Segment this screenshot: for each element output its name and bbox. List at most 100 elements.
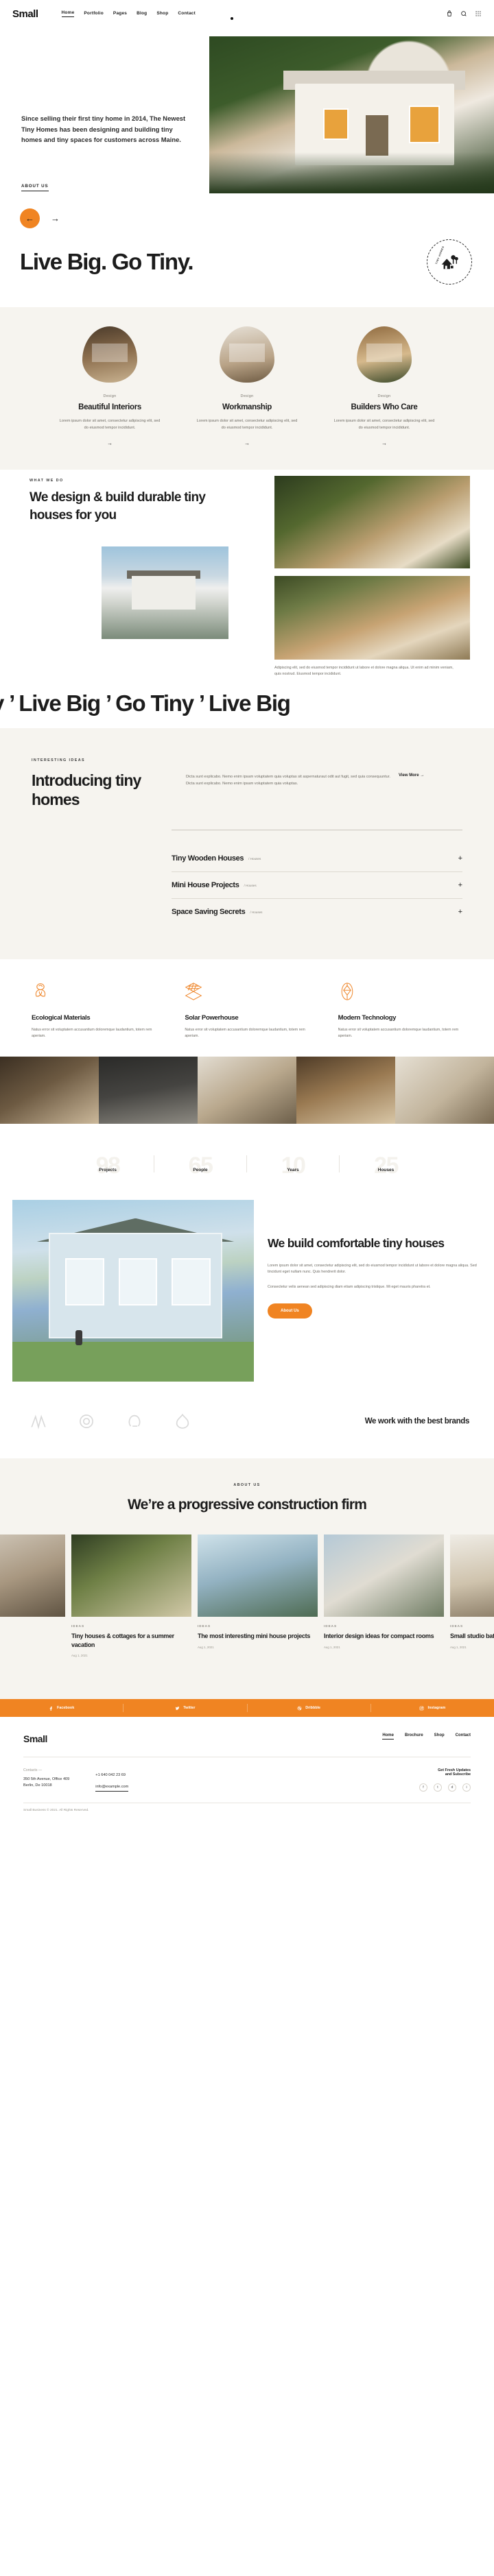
footer-newsletter: Get Fresh Updates and Subscribe f t d i xyxy=(419,1768,471,1792)
nav-link-blog[interactable]: Blog xyxy=(137,11,147,17)
stats-section: 98 Projects 65 People 10 Years 25 Houses xyxy=(0,1124,494,1201)
blog-title[interactable]: Interior design ideas for compact rooms xyxy=(324,1632,438,1641)
accordion-title: Tiny Wooden Houses xyxy=(172,854,244,863)
nav-link-pages[interactable]: Pages xyxy=(113,11,127,17)
nav-link-home[interactable]: Home xyxy=(61,10,75,17)
intro-kicker: INTERESTING IDEAS xyxy=(32,758,86,762)
slider-next-button[interactable]: → xyxy=(51,213,60,224)
photo-gallery xyxy=(0,1057,494,1124)
blog-image xyxy=(450,1534,494,1617)
comfortable-section: We build comfortable tiny houses Lorem i… xyxy=(0,1200,494,1382)
accordion-toggle-icon[interactable]: + xyxy=(458,881,462,889)
blog-title[interactable]: Tiny houses & cottages for a summer vaca… xyxy=(71,1632,185,1649)
footer-twitter-icon[interactable]: t xyxy=(434,1783,442,1792)
accordion-item[interactable]: Space Saving Secrets / Houses + xyxy=(172,899,462,925)
blog-tag: IDEAS xyxy=(0,1624,59,1628)
blog-card[interactable]: IDEAS The most interesting mini house pr… xyxy=(198,1534,318,1657)
facebook-icon xyxy=(49,1706,52,1711)
search-icon[interactable] xyxy=(460,10,467,17)
blog-card[interactable]: IDEAS s for a residence Aug 1, 2021 xyxy=(0,1534,65,1657)
slider-prev-button[interactable]: ← xyxy=(20,208,40,228)
intro-body: Dicta sunt explicabo. Nemo enim ipsam vo… xyxy=(186,775,390,786)
feature-arrow-icon[interactable]: → xyxy=(49,440,171,446)
blog-tag: IDEAS xyxy=(450,1624,464,1628)
stat-label: Projects xyxy=(99,1168,117,1173)
accordion-item[interactable]: Mini House Projects / Houses + xyxy=(172,872,462,899)
what-we-do-section: WHAT WE DO We design & build durable tin… xyxy=(0,470,494,679)
grid-menu-icon[interactable] xyxy=(475,10,482,17)
stat-number: 65 xyxy=(188,1153,213,1179)
blog-card[interactable]: IDEAS Small studio bathrooms kitchens Au… xyxy=(450,1534,494,1657)
footer-dribbble-icon[interactable]: d xyxy=(448,1783,456,1792)
social-link-facebook[interactable]: Facebook xyxy=(0,1706,123,1711)
stat-item: 98 Projects xyxy=(62,1154,154,1177)
feature-arrow-icon[interactable]: → xyxy=(186,440,308,446)
accordion-toggle-icon[interactable]: + xyxy=(458,854,462,863)
nav-link-contact[interactable]: Contact xyxy=(178,11,196,17)
view-more-link[interactable]: View More → xyxy=(399,758,424,809)
feature-card[interactable]: Design Builders Who Care Lorem ipsum dol… xyxy=(323,326,445,446)
footer-copyright: Small Business © 2021. All Rights Reserv… xyxy=(23,1803,471,1820)
gallery-image xyxy=(395,1057,494,1124)
social-link-twitter[interactable]: Twitter xyxy=(124,1706,246,1711)
feature-title: Workmanship xyxy=(222,403,272,411)
icon-feature: Ecological Materials Natus error sit vol… xyxy=(32,981,156,1039)
nav-link-shop[interactable]: Shop xyxy=(156,11,168,17)
icon-feature: Solar Powerhouse Natus error sit volupta… xyxy=(185,981,309,1039)
feature-kicker: Design xyxy=(103,394,117,398)
blog-date: Aug 1, 2021 xyxy=(71,1654,88,1658)
stat-number: 10 xyxy=(281,1153,306,1179)
brands-heading: We work with the best brands xyxy=(364,1417,470,1426)
stat-number: 25 xyxy=(374,1153,399,1179)
icon-feature-title: Ecological Materials xyxy=(32,1014,91,1022)
gallery-image xyxy=(296,1057,395,1124)
hero-about-link[interactable]: About Us xyxy=(21,184,49,191)
feature-image xyxy=(357,326,412,383)
feature-image xyxy=(82,326,137,383)
top-navigation: Small Home Portfolio Pages Blog Shop Con… xyxy=(0,0,494,27)
social-link-dribbble[interactable]: Dribbble xyxy=(248,1706,370,1711)
accordion-toggle-icon[interactable]: + xyxy=(458,908,462,916)
footer-nav-shop[interactable]: Shop xyxy=(434,1733,445,1740)
footer-facebook-icon[interactable]: f xyxy=(419,1783,427,1792)
blog-image xyxy=(71,1534,191,1617)
brand-logo-1-icon xyxy=(31,1415,46,1430)
blog-title[interactable]: The most interesting mini house projects xyxy=(198,1632,311,1641)
footer: Small Home Brochure Shop Contact Contact… xyxy=(0,1717,494,1821)
feature-arrow-icon[interactable]: → xyxy=(323,440,445,446)
cart-icon[interactable] xyxy=(446,10,453,17)
wwd-dining-image xyxy=(274,576,470,660)
hero-slider-arrows: ← → xyxy=(20,208,60,228)
footer-nav-contact[interactable]: Contact xyxy=(456,1733,471,1740)
footer-logo[interactable]: Small xyxy=(23,1733,47,1744)
hero-image xyxy=(209,36,494,193)
nav-link-portfolio[interactable]: Portfolio xyxy=(84,11,104,17)
blog-card[interactable]: IDEAS Interior design ideas for compact … xyxy=(324,1534,444,1657)
social-link-instagram[interactable]: Instagram xyxy=(371,1706,494,1711)
blog-title[interactable]: s for a residence xyxy=(0,1632,59,1641)
blog-card[interactable]: IDEAS Tiny houses & cottages for a summe… xyxy=(71,1534,191,1657)
stat-label: Years xyxy=(287,1168,299,1173)
icon-feature-desc: Natus error sit voluptatem accusantium d… xyxy=(338,1028,459,1038)
feature-title: Builders Who Care xyxy=(351,403,418,411)
footer-instagram-icon[interactable]: i xyxy=(462,1783,471,1792)
about-us-button[interactable]: About Us xyxy=(268,1303,312,1319)
blog-tag: IDEAS xyxy=(324,1624,338,1628)
feature-description: Lorem ipsum dolor sit amet, consectetur … xyxy=(333,419,435,430)
footer-contacts-column: Contacts — 350 5th Avenue, Office 409 Be… xyxy=(23,1768,69,1792)
slider-dot[interactable] xyxy=(231,17,233,20)
blog-title[interactable]: Small studio bathrooms kitchens xyxy=(450,1632,494,1641)
cottage-image xyxy=(12,1200,254,1382)
footer-nav-home[interactable]: Home xyxy=(382,1733,394,1740)
hero-paragraph: Since selling their first tiny home in 2… xyxy=(21,115,186,143)
feature-card[interactable]: Design Workmanship Lorem ipsum dolor sit… xyxy=(186,326,308,446)
blog-date: Aug 1, 2021 xyxy=(450,1645,467,1649)
accordion-category: / Houses xyxy=(244,883,257,887)
footer-nav-brochure[interactable]: Brochure xyxy=(405,1733,423,1740)
site-logo[interactable]: Small xyxy=(12,8,38,20)
page-root: Small Home Portfolio Pages Blog Shop Con… xyxy=(0,0,494,1821)
comfortable-paragraph-1: Lorem ipsum dolor sit amet, consectetur … xyxy=(268,1264,477,1275)
accordion-item[interactable]: Tiny Wooden Houses / Houses + xyxy=(172,845,462,872)
feature-card[interactable]: Design Beautiful Interiors Lorem ipsum d… xyxy=(49,326,171,446)
footer-email-link[interactable]: info@example.com xyxy=(95,1784,129,1792)
